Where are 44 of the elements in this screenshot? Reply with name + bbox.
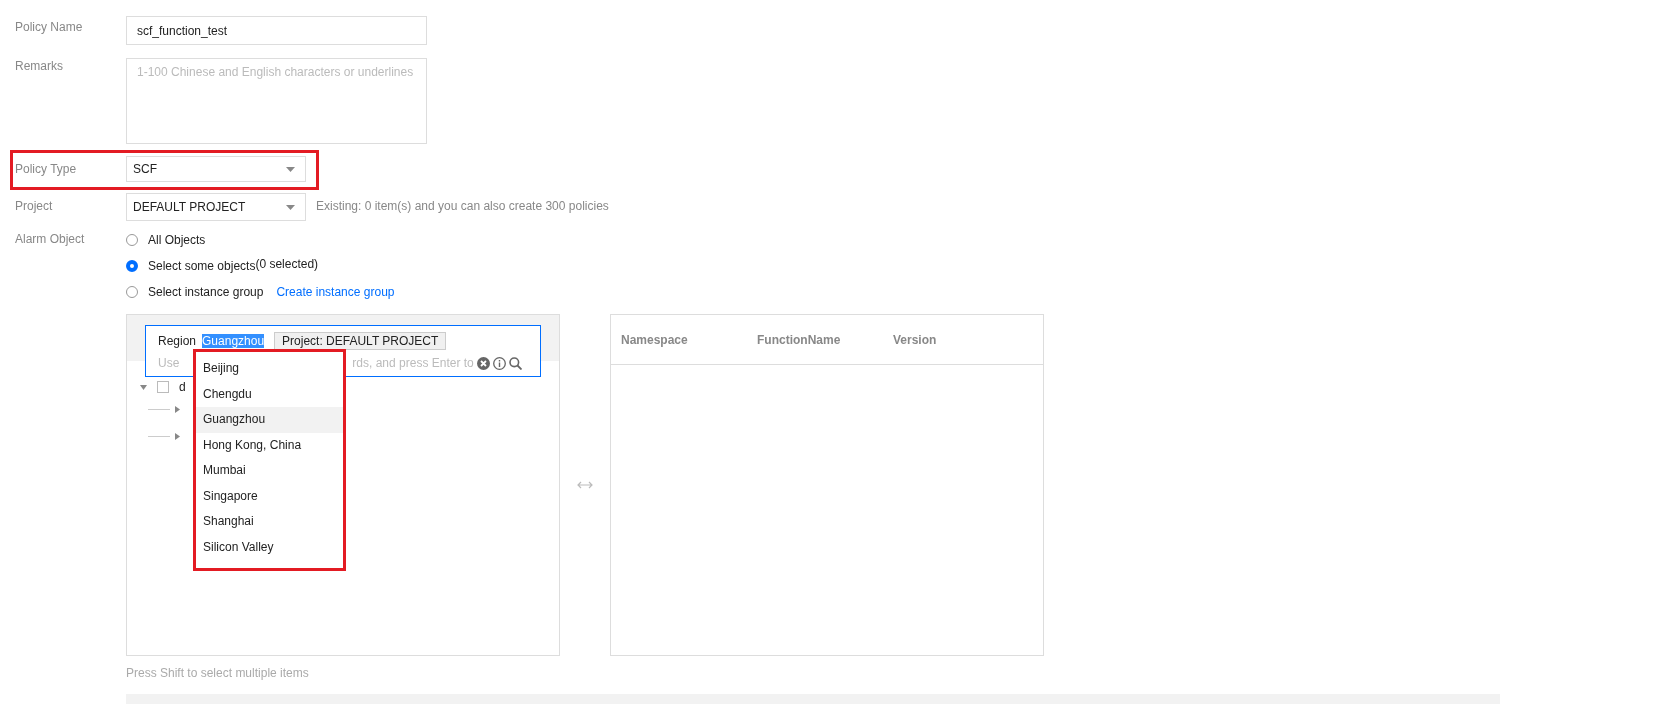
radio-button[interactable] bbox=[126, 259, 138, 272]
help-text: Press Shift to select multiple items bbox=[126, 666, 310, 680]
dropdown-item[interactable]: Beijing bbox=[196, 356, 343, 382]
dropdown-item[interactable]: Singapore bbox=[196, 483, 343, 509]
caret-icon[interactable] bbox=[174, 406, 181, 413]
field-label: Policy Name bbox=[15, 19, 84, 36]
dropdown-item[interactable]: Shanghai bbox=[196, 509, 343, 535]
column-header: FunctionName bbox=[757, 332, 842, 347]
radio-label[interactable]: Select instance group bbox=[148, 284, 264, 299]
caret-icon bbox=[286, 204, 295, 210]
filter-value: Guangzhou bbox=[202, 334, 265, 348]
dropdown-item[interactable]: Mumbai bbox=[196, 458, 343, 484]
field-label: Alarm Object bbox=[15, 231, 86, 247]
dropdown-item[interactable]: Chengdu bbox=[196, 381, 343, 407]
field-label: Policy Type bbox=[15, 161, 78, 178]
dropdown-item[interactable]: Guangzhou bbox=[196, 407, 343, 433]
placeholder-text: rds, and press Enter to bbox=[352, 356, 474, 370]
policy-type-select[interactable]: SCF bbox=[126, 156, 306, 182]
caret-icon[interactable] bbox=[174, 433, 181, 440]
dropdown-item[interactable]: Hong Kong, China bbox=[196, 432, 343, 458]
column-header: Version bbox=[893, 332, 938, 347]
clear-icon[interactable] bbox=[476, 356, 490, 370]
checkbox[interactable] bbox=[157, 381, 169, 393]
filter-tag[interactable]: Project: DEFAULT PROJECT bbox=[274, 332, 447, 350]
column-header: Namespace bbox=[621, 332, 689, 347]
dropdown-item[interactable]: Silicon Valley bbox=[196, 534, 343, 560]
quota-hint: Existing: 0 item(s) and you can also create 300 policies bbox=[316, 198, 609, 215]
policy-name-field[interactable]: scf_function_test bbox=[126, 16, 427, 45]
create-group-link[interactable]: Create instance group bbox=[276, 284, 395, 299]
placeholder-text: Use bbox=[158, 356, 180, 370]
search-icon[interactable] bbox=[508, 356, 522, 370]
caret-icon[interactable] bbox=[140, 383, 147, 391]
selection-count: (0 selected) bbox=[255, 256, 319, 271]
caret-icon bbox=[286, 166, 295, 172]
tree-label[interactable]: d bbox=[179, 380, 186, 394]
remarks-field[interactable]: 1-100 Chinese and English characters or underlines bbox=[126, 58, 427, 144]
field-label: Remarks bbox=[15, 58, 64, 74]
project-select[interactable]: DEFAULT PROJECT bbox=[126, 193, 306, 221]
radio-label[interactable]: All Objects bbox=[148, 232, 206, 247]
filter-label: Region bbox=[158, 334, 197, 348]
transfer-arrow-icon bbox=[577, 481, 593, 489]
radio-label[interactable]: Select some objects bbox=[148, 258, 256, 273]
info-icon[interactable] bbox=[492, 356, 506, 370]
field-label: Project bbox=[15, 198, 54, 215]
